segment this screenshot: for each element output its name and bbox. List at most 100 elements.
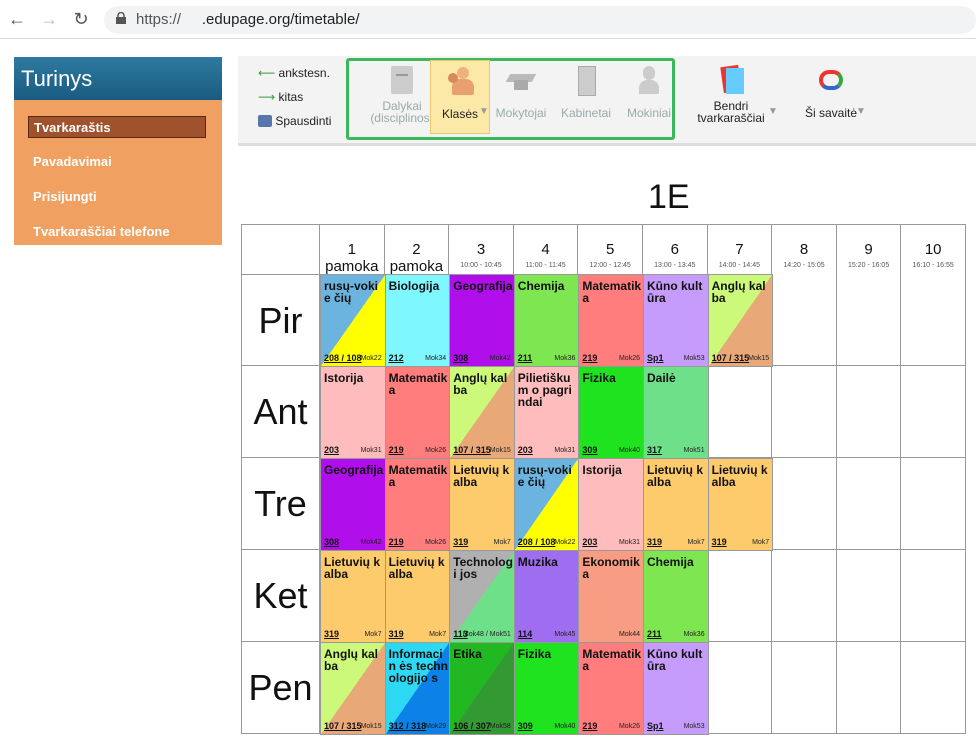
lesson-card[interactable]: Istorija 203 Mok31: [578, 458, 644, 551]
lesson-room[interactable]: 308: [324, 537, 339, 547]
lock-icon: [116, 12, 126, 24]
empty-slot: [772, 458, 837, 550]
lesson-room[interactable]: 107 / 315: [324, 721, 362, 731]
address-bar[interactable]: https:// .edupage.org/timetable/: [104, 6, 976, 34]
empty-slot: [836, 458, 902, 550]
lesson-card[interactable]: Anglų kalba 107 / 315 Mok15: [707, 274, 774, 367]
lesson-card[interactable]: Matematik a 219 Mok26: [384, 458, 451, 551]
lesson-room[interactable]: 319: [453, 537, 468, 547]
lesson-teacher: Mok42: [489, 355, 511, 362]
lesson-room[interactable]: 107 / 315: [453, 445, 491, 455]
lesson-teacher: Mok7: [364, 631, 382, 638]
lesson-room[interactable]: 106 / 307: [453, 721, 491, 731]
lesson-room[interactable]: 308: [453, 353, 468, 363]
sidebar-item-substitutions[interactable]: Pavadavimai: [33, 151, 203, 173]
overall-timetables-button[interactable]: Bendri tvarkaraščiai: [691, 60, 771, 132]
lesson-room[interactable]: 319: [324, 629, 339, 639]
lesson-card[interactable]: Matematik a 219 Mok26: [578, 274, 644, 367]
lesson-room[interactable]: 211: [647, 629, 662, 639]
lesson-room[interactable]: 219: [582, 353, 597, 363]
lesson-room[interactable]: 208 / 108: [518, 537, 556, 547]
empty-slot: [772, 366, 837, 458]
lesson-teacher: Mok40: [618, 447, 640, 454]
lesson-card[interactable]: Ekonomika Mok44: [578, 550, 644, 643]
period-time: 13:00 - 13:45: [654, 262, 696, 269]
lesson-card[interactable]: Fizika 309 Mok40: [578, 366, 644, 459]
lesson-subject: Matematik a: [388, 463, 448, 489]
sidebar-item-mobile-timetables[interactable]: Tvarkaraščiai telefone: [33, 221, 203, 243]
lesson-room[interactable]: 219: [389, 537, 404, 547]
overall-dropdown-icon[interactable]: ▼: [768, 106, 778, 117]
lesson-room[interactable]: 312 / 318: [389, 721, 427, 731]
lesson-card[interactable]: rusų-vokie čių 208 / 108 Mok22: [513, 458, 580, 551]
lesson-room[interactable]: 211: [518, 353, 533, 363]
lesson-card[interactable]: Istorija 203 Mok31: [320, 366, 386, 459]
print-button[interactable]: Spausdinti: [258, 114, 331, 128]
week-dropdown-icon[interactable]: ▼: [856, 106, 866, 117]
lesson-card[interactable]: Chemija 211 Mok36: [643, 550, 709, 643]
lesson-room[interactable]: 212: [389, 353, 404, 363]
lesson-card[interactable]: Pilietiškum o pagrindai 203 Mok31: [513, 366, 580, 459]
classes-dropdown-icon[interactable]: ▼: [479, 106, 489, 117]
sidebar-item-login[interactable]: Prisijungti: [33, 186, 203, 208]
lesson-subject: Anglų kalba: [453, 371, 508, 397]
lesson-room[interactable]: 309: [582, 445, 597, 455]
empty-slot: [707, 550, 773, 642]
next-button[interactable]: ⟶ kitas: [258, 90, 303, 104]
lesson-subject: Matematik a: [388, 371, 448, 397]
lesson-card[interactable]: Anglų kalba 107 / 315 Mok15: [320, 642, 386, 735]
lesson-card[interactable]: Anglų kalba 107 / 315 Mok15: [449, 366, 515, 459]
students-button[interactable]: Mokiniai: [620, 60, 678, 132]
lesson-subject: rusų-vokie čių: [517, 463, 572, 489]
lesson-card[interactable]: Technologi jos 113 Mok48 / Mok51: [449, 550, 515, 643]
lesson-card[interactable]: Geografija 308 Mok42: [449, 274, 515, 367]
lesson-card[interactable]: Fizika 309 Mok40: [513, 642, 580, 735]
lesson-room[interactable]: 208 / 108: [324, 353, 362, 363]
lesson-card[interactable]: Lietuvių kalba 319 Mok7: [643, 458, 709, 551]
lesson-card[interactable]: Biologija 212 Mok34: [384, 274, 451, 367]
week-selector-button[interactable]: Ši savaitė: [794, 60, 868, 132]
classrooms-button[interactable]: Kabinetai: [557, 60, 615, 132]
lesson-room[interactable]: Sp1: [647, 353, 664, 363]
lesson-room[interactable]: 319: [712, 537, 727, 547]
teachers-button[interactable]: Mokytojai: [493, 60, 549, 132]
lesson-room[interactable]: 107 / 315: [712, 353, 750, 363]
lesson-card[interactable]: Informacin ės technologijo s 312 / 318 Mok…: [384, 642, 451, 735]
lesson-card[interactable]: Matematik a 219 Mok26: [384, 366, 451, 459]
lesson-room[interactable]: 203: [324, 445, 339, 455]
lesson-room[interactable]: 317: [647, 445, 662, 455]
back-icon[interactable]: ←: [6, 8, 28, 30]
lesson-room[interactable]: 319: [389, 629, 404, 639]
day-label: Ant: [241, 366, 320, 458]
sidebar-item-timetable[interactable]: Tvarkaraštis: [28, 116, 206, 138]
lesson-subject: Etika: [453, 647, 482, 661]
lesson-room[interactable]: 319: [647, 537, 662, 547]
lesson-subject: Technologi jos: [453, 555, 513, 581]
lesson-card[interactable]: Muzika 114 Mok45: [513, 550, 580, 643]
lesson-card[interactable]: Etika 106 / 307 Mok58: [449, 642, 515, 735]
lesson-room[interactable]: Sp1: [647, 721, 664, 731]
reload-icon[interactable]: ↻: [70, 8, 92, 30]
lesson-card[interactable]: Lietuvių kalba 319 Mok7: [449, 458, 515, 551]
lesson-card[interactable]: Dailė 317 Mok51: [643, 366, 709, 459]
subjects-button[interactable]: Dalykai (disciplinos): [365, 60, 439, 132]
lesson-room[interactable]: 309: [518, 721, 533, 731]
forward-icon[interactable]: →: [38, 8, 60, 30]
lesson-card[interactable]: rusų-vokie čių 208 / 108 Mok22: [320, 274, 386, 367]
lesson-room[interactable]: 219: [582, 721, 597, 731]
prev-button[interactable]: ⟵ ankstesn.: [258, 66, 330, 80]
lesson-card[interactable]: Chemija 211 Mok36: [513, 274, 580, 367]
lesson-room[interactable]: 114: [518, 629, 533, 639]
lesson-card[interactable]: Lietuvių kalba 319 Mok7: [320, 550, 386, 643]
lesson-card[interactable]: Kūno kultūra Sp1 Mok53: [643, 642, 709, 735]
lesson-card[interactable]: Geografija 308 Mok42: [320, 458, 386, 551]
lesson-card[interactable]: Kūno kultūra Sp1 Mok53: [643, 274, 709, 367]
lesson-teacher: Mok45: [554, 631, 576, 638]
lesson-room[interactable]: 203: [582, 537, 597, 547]
classes-button[interactable]: Klasės: [430, 60, 490, 134]
lesson-card[interactable]: Lietuvių kalba 319 Mok7: [384, 550, 451, 643]
lesson-room[interactable]: 203: [518, 445, 533, 455]
lesson-card[interactable]: Matematik a 219 Mok26: [578, 642, 644, 735]
lesson-card[interactable]: Lietuvių kalba 319 Mok7: [707, 458, 774, 551]
lesson-room[interactable]: 219: [389, 445, 404, 455]
